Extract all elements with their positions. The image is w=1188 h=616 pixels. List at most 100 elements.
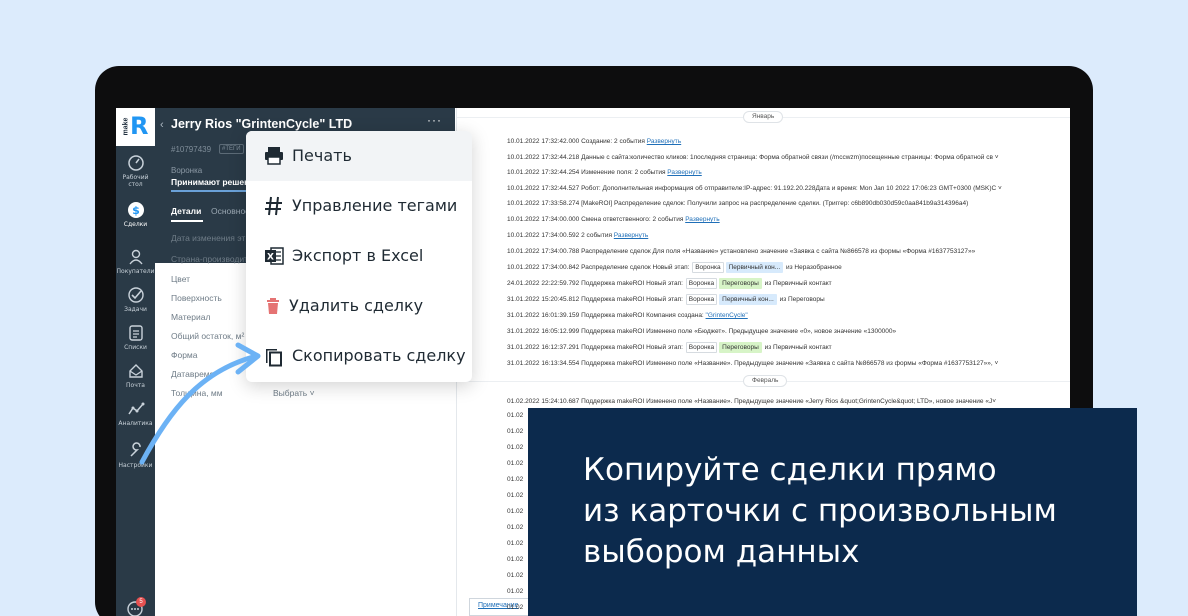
nav-label: Почта <box>126 382 145 389</box>
feed-row: 01.02 <box>507 524 524 531</box>
feed-row: 31.01.2022 16:12:37.291 Поддержка makeRO… <box>507 342 832 354</box>
nav-item-analytics[interactable]: Аналитика <box>116 400 155 427</box>
menu-item-export-excel[interactable]: X Экспорт в Excel <box>246 231 472 281</box>
promo-banner: Копируйте сделки прямо из карточки с про… <box>528 408 1137 616</box>
feed-row: 10.01.2022 17:33:58.274 [MakeROI] Распре… <box>507 198 968 210</box>
field-label: Толщина, мм <box>171 388 223 398</box>
tab-main[interactable]: Основное <box>211 206 250 216</box>
nav-label: Аналитика <box>118 420 153 427</box>
tasks-check-icon <box>127 287 144 303</box>
nav-item-settings[interactable]: Настройки <box>116 442 155 469</box>
expand-link[interactable]: "GrintenCycle" <box>706 312 748 319</box>
feed-row: 01.02 <box>507 508 524 515</box>
nav-item-mail[interactable]: Почта <box>116 362 155 389</box>
feed-row: 01.02.2022 15:24:10.687 Поддержка makeRO… <box>507 398 996 405</box>
promo-line: Копируйте сделки прямо <box>583 452 997 488</box>
expand-link[interactable]: Развернуть <box>647 138 681 145</box>
feed-row: 24.01.2022 22:22:59.792 Поддержка makeRO… <box>507 278 832 290</box>
settings-icon <box>129 442 141 457</box>
feed-row-after: из Первичный контакт <box>762 280 832 287</box>
lists-icon <box>128 325 143 341</box>
menu-item-label: Скопировать сделку <box>292 346 466 365</box>
feed-row: 10.01.2022 17:34:00.842 Распределение сд… <box>507 262 842 274</box>
stage-pill: Переговоры <box>719 342 762 353</box>
feed-row: 01.02 <box>507 428 524 435</box>
deal-title[interactable]: Jerry Rios "GrintenCycle" LTD <box>171 117 352 131</box>
month-separator: Февраль <box>743 375 788 387</box>
feed-row-text: 10.01.2022 17:32:44.254 Изменение поля: … <box>507 169 668 176</box>
stage-pill: Воронка <box>692 262 724 273</box>
promo-headline: Копируйте сделки прямо из карточки с про… <box>583 450 1057 573</box>
nav-item-deals[interactable]: $ Сделки <box>116 201 155 228</box>
excel-icon: X <box>265 247 284 265</box>
feed-row: 01.02 <box>507 604 524 611</box>
note-button[interactable]: Примечание <box>469 598 533 616</box>
hashtag-icon <box>265 196 282 216</box>
stage-pill: Воронка <box>685 342 718 353</box>
logo[interactable]: make R <box>116 108 155 146</box>
nav-label: Сделки <box>123 221 148 228</box>
month-separator: Январь <box>743 111 784 123</box>
menu-item-copy-deal[interactable]: Скопировать сделку <box>246 331 472 381</box>
menu-item-print[interactable]: Печать <box>246 131 472 181</box>
tab-details[interactable]: Детали <box>171 206 201 216</box>
customers-icon <box>128 249 143 265</box>
feed-row-after: из Переговоры <box>777 296 825 303</box>
feed-row: 01.02 <box>507 412 524 419</box>
nav-item-tasks[interactable]: Задачи <box>116 286 155 313</box>
feed-row-text: 10.01.2022 17:32:42.000 Создание: 2 собы… <box>507 138 647 145</box>
menu-item-label: Печать <box>292 146 352 165</box>
feed-row: 10.01.2022 17:32:44.527 Робот: Дополните… <box>507 183 1002 195</box>
choose-dropdown[interactable]: Выбрать ˅ <box>273 388 315 398</box>
feed-row: 01.02 <box>507 444 524 451</box>
back-chevron-icon[interactable]: ‹ <box>160 119 164 131</box>
trash-icon <box>267 298 279 314</box>
menu-item-label: Управление тегами <box>292 196 458 215</box>
logo-r-icon: R <box>130 112 149 140</box>
deal-actions-menu: Печать Управление тегами X Экспорт в Exc… <box>246 131 472 382</box>
nav-label: Задачи <box>124 306 147 313</box>
dashboard-icon <box>127 155 144 171</box>
menu-item-delete-deal[interactable]: Удалить сделку <box>246 281 472 331</box>
feed-row-text: 24.01.2022 22:22:59.792 Поддержка makeRO… <box>507 280 685 287</box>
expand-link[interactable]: Развернуть <box>667 169 701 176</box>
feed-row-text: 10.01.2022 17:34:00.592 2 события <box>507 232 614 239</box>
copy-icon <box>266 349 282 367</box>
nav-item-dashboard[interactable]: Рабочий стол <box>116 154 155 188</box>
nav-item-lists[interactable]: Списки <box>116 324 155 351</box>
feed-row-text: 10.01.2022 17:33:58.274 [MakeROI] Распре… <box>507 200 969 207</box>
feed-row-text: 10.01.2022 17:32:44.527 Робот: Дополните… <box>507 185 1002 192</box>
feed-row: 31.01.2022 16:13:34.554 Поддержка makeRO… <box>507 358 998 370</box>
feed-row-after: из Неразобранное <box>784 264 842 271</box>
feed-row: 01.02 <box>507 540 524 547</box>
feed-row: 10.01.2022 17:34:00.000 Смена ответствен… <box>507 214 720 226</box>
stage-progress <box>171 190 251 192</box>
feed-row: 01.02 <box>507 460 524 467</box>
stage-pill: Переговоры <box>719 278 762 289</box>
more-options-icon[interactable]: ··· <box>427 113 442 127</box>
feed-row: 01.02 <box>507 556 524 563</box>
svg-text:X: X <box>267 253 274 263</box>
field-label: Общий остаток, м² <box>171 331 245 341</box>
nav-label: Рабочий стол <box>122 174 149 188</box>
svg-text:$: $ <box>132 204 140 217</box>
feed-row-text: 10.01.2022 17:34:00.842 Распределение сд… <box>507 264 692 271</box>
nav-item-customers[interactable]: Покупатели <box>116 248 155 275</box>
expand-link[interactable]: Развернуть <box>685 216 719 223</box>
expand-link[interactable]: Развернуть <box>614 232 648 239</box>
feed-row-text: 31.01.2022 16:12:37.291 Поддержка makeRO… <box>507 344 685 351</box>
promo-line: выбором данных <box>583 534 860 570</box>
tags-button[interactable]: #ТЕГИ <box>219 144 244 154</box>
feed-row: 10.01.2022 17:34:00.788 Распределение сд… <box>507 246 975 258</box>
feed-row: 10.01.2022 17:34:00.592 2 события Развер… <box>507 230 648 242</box>
choose-label: Выбрать <box>273 388 308 398</box>
menu-item-manage-tags[interactable]: Управление тегами <box>246 181 472 231</box>
feed-row: 10.01.2022 17:32:42.000 Создание: 2 собы… <box>507 136 681 148</box>
deals-dollar-icon: $ <box>127 202 144 218</box>
feed-row: 31.01.2022 16:05:12.999 Поддержка makeRO… <box>507 326 896 338</box>
mail-icon <box>128 364 143 378</box>
feed-row: 01.02 <box>507 492 524 499</box>
analytics-icon <box>127 402 144 415</box>
menu-item-label: Удалить сделку <box>289 296 424 315</box>
field-label: Материал <box>171 312 211 322</box>
